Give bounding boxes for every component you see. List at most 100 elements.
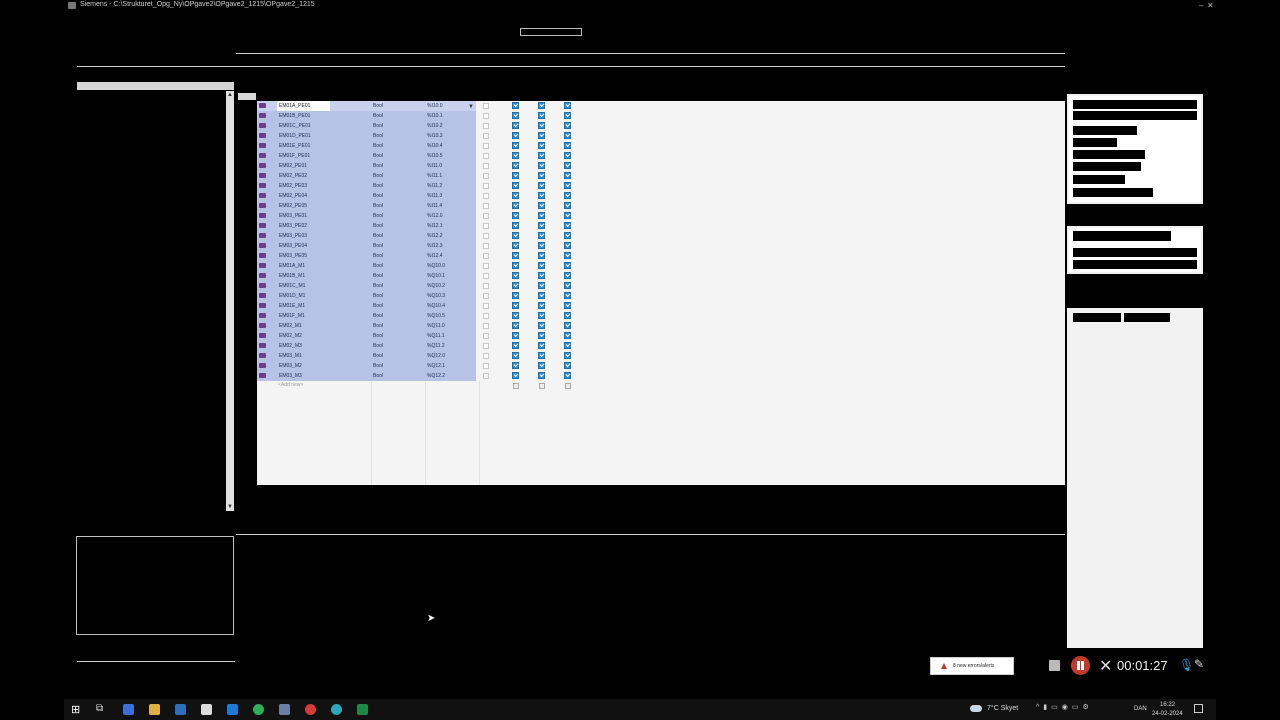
- tag-name[interactable]: EM01C_M1: [279, 281, 305, 291]
- writable-checkbox[interactable]: [538, 302, 545, 309]
- accessible-checkbox[interactable]: [512, 232, 519, 239]
- tag-name[interactable]: EM01C_PE01: [279, 121, 311, 131]
- writable-checkbox[interactable]: [538, 152, 545, 159]
- accessible-checkbox[interactable]: [512, 252, 519, 259]
- visible-checkbox[interactable]: [564, 142, 571, 149]
- table-row[interactable]: EM03_PE03 Bool %I12.2: [257, 231, 587, 241]
- writable-checkbox[interactable]: [538, 332, 545, 339]
- writable-checkbox[interactable]: [538, 352, 545, 359]
- accessible-checkbox[interactable]: [512, 332, 519, 339]
- tag-address[interactable]: %Q10.5: [427, 311, 445, 321]
- tag-type[interactable]: Bool: [373, 101, 383, 111]
- tag-address[interactable]: %I11.3: [427, 191, 442, 201]
- tag-address[interactable]: %Q10.2: [427, 281, 445, 291]
- accessible-checkbox[interactable]: [512, 172, 519, 179]
- tag-address[interactable]: %Q12.2: [427, 371, 445, 381]
- project-tree-scrollbar[interactable]: ▲ ▼: [226, 91, 234, 511]
- mail-icon[interactable]: [175, 704, 186, 715]
- properties-tab-2[interactable]: [1124, 313, 1170, 322]
- accessible-checkbox[interactable]: [512, 142, 519, 149]
- writable-checkbox[interactable]: [538, 362, 545, 369]
- tag-name[interactable]: EM03_M3: [279, 371, 302, 381]
- tag-name[interactable]: EM01E_PE01: [279, 141, 310, 151]
- writable-checkbox[interactable]: [538, 202, 545, 209]
- writable-checkbox[interactable]: [538, 222, 545, 229]
- retain-checkbox[interactable]: [483, 363, 489, 369]
- tag-type[interactable]: Bool: [373, 281, 383, 291]
- table-row[interactable]: EM01D_M1 Bool %Q10.3: [257, 291, 587, 301]
- clock-date[interactable]: 24-02-2024: [1152, 711, 1183, 717]
- table-row[interactable]: EM02_PE02 Bool %I11.1: [257, 171, 587, 181]
- visible-checkbox[interactable]: [564, 352, 571, 359]
- tia-portal-icon[interactable]: [279, 704, 290, 715]
- table-row[interactable]: EM02_PE04 Bool %I11.3: [257, 191, 587, 201]
- writable-checkbox[interactable]: [538, 252, 545, 259]
- tag-name[interactable]: EM03_PE05: [279, 251, 307, 261]
- tag-type[interactable]: Bool: [373, 141, 383, 151]
- retain-checkbox[interactable]: [483, 263, 489, 269]
- tag-name[interactable]: EM03_PE02: [279, 221, 307, 231]
- accessible-checkbox[interactable]: [512, 362, 519, 369]
- accessible-checkbox[interactable]: [512, 282, 519, 289]
- retain-checkbox[interactable]: [483, 223, 489, 229]
- tag-type[interactable]: Bool: [373, 231, 383, 241]
- visible-checkbox[interactable]: [564, 232, 571, 239]
- tag-name[interactable]: EM01A_PE01: [277, 101, 331, 111]
- visible-checkbox[interactable]: [564, 102, 571, 109]
- tag-name[interactable]: EM03_PE03: [279, 231, 307, 241]
- language-indicator[interactable]: DAN: [1134, 706, 1147, 712]
- tag-name[interactable]: EM01D_PE01: [279, 131, 311, 141]
- tag-address[interactable]: %I12.0: [427, 211, 443, 221]
- writable-checkbox[interactable]: [538, 232, 545, 239]
- tag-name[interactable]: EM01B_PE01: [279, 111, 310, 121]
- retain-checkbox[interactable]: [483, 203, 489, 209]
- table-row[interactable]: EM01A_PE01 Bool %I10.0: [257, 101, 587, 111]
- tag-type[interactable]: Bool: [373, 151, 383, 161]
- tag-name[interactable]: EM02_PE02: [279, 171, 307, 181]
- visible-checkbox[interactable]: [564, 162, 571, 169]
- alert-notification[interactable]: 8 new errors/alerts: [930, 657, 1014, 675]
- accessible-checkbox[interactable]: [512, 112, 519, 119]
- writable-checkbox[interactable]: [538, 102, 545, 109]
- retain-checkbox[interactable]: [483, 343, 489, 349]
- retain-checkbox[interactable]: [483, 243, 489, 249]
- tag-type[interactable]: Bool: [373, 291, 383, 301]
- accessible-checkbox[interactable]: [512, 192, 519, 199]
- tag-type[interactable]: Bool: [373, 321, 383, 331]
- retain-checkbox[interactable]: [483, 233, 489, 239]
- visible-checkbox[interactable]: [564, 372, 571, 379]
- tag-name[interactable]: EM02_PE01: [279, 161, 307, 171]
- tag-address[interactable]: %I12.2: [427, 231, 443, 241]
- tag-address[interactable]: %I12.3: [427, 241, 443, 251]
- tag-type[interactable]: Bool: [373, 111, 383, 121]
- tag-address[interactable]: %I10.0: [427, 101, 443, 111]
- table-row[interactable]: EM02_PE03 Bool %I11.2: [257, 181, 587, 191]
- notepad-icon[interactable]: [201, 704, 212, 715]
- file-explorer-icon[interactable]: [149, 704, 160, 715]
- outlook-icon[interactable]: [227, 704, 238, 715]
- table-row[interactable]: EM02_M3 Bool %Q11.2: [257, 341, 587, 351]
- tag-name[interactable]: EM01F_M1: [279, 311, 305, 321]
- close-button[interactable]: ✕: [1207, 1, 1214, 10]
- tag-name[interactable]: EM01E_M1: [279, 301, 305, 311]
- writable-checkbox[interactable]: [538, 162, 545, 169]
- visible-checkbox[interactable]: [564, 262, 571, 269]
- retain-checkbox[interactable]: [483, 313, 489, 319]
- tag-type[interactable]: Bool: [373, 201, 383, 211]
- visible-checkbox[interactable]: [564, 152, 571, 159]
- visible-checkbox[interactable]: [564, 212, 571, 219]
- system-tray-icons[interactable]: ^▮▭◉▭⚙: [1036, 703, 1093, 711]
- tag-name[interactable]: EM01B_M1: [279, 271, 305, 281]
- tag-type[interactable]: Bool: [373, 371, 383, 381]
- accessible-checkbox[interactable]: [512, 322, 519, 329]
- accessible-checkbox[interactable]: [512, 132, 519, 139]
- tag-type[interactable]: Bool: [373, 181, 383, 191]
- accessible-checkbox[interactable]: [512, 152, 519, 159]
- visible-checkbox[interactable]: [564, 322, 571, 329]
- table-row[interactable]: EM01E_PE01 Bool %I10.4: [257, 141, 587, 151]
- tag-address[interactable]: %Q10.4: [427, 301, 445, 311]
- visible-checkbox[interactable]: [564, 342, 571, 349]
- edge-icon[interactable]: [331, 704, 342, 715]
- writable-checkbox[interactable]: [538, 242, 545, 249]
- tag-type[interactable]: Bool: [373, 221, 383, 231]
